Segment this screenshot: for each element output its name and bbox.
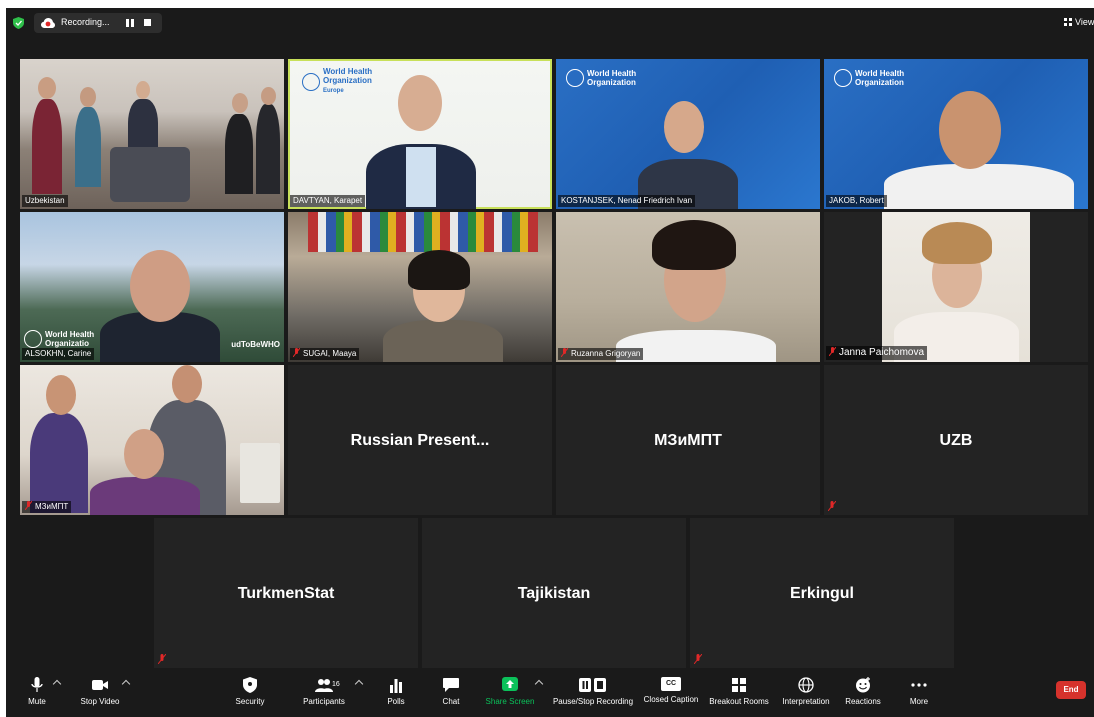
more-button[interactable]: More [904,677,934,706]
muted-mic-icon [158,654,166,664]
video-tile-erkingul[interactable]: Erkingul [690,518,954,668]
video-tile-mzimpt[interactable]: МЗиМПТ [556,365,820,515]
participant-name-tag: DAVTYAN, Karapet [290,195,366,207]
participant-name: UZB [939,432,973,449]
stop-recording-button[interactable] [144,19,151,26]
video-tile-turkmenstat[interactable]: TurkmenStat [154,518,418,668]
muted-mic-icon [561,348,568,357]
video-tile-mzimpt-video[interactable]: МЗиМПТ [20,365,284,515]
video-tile-russian-presenter[interactable]: Russian Present... [288,365,552,515]
shield-icon [243,677,257,693]
participant-name-tag: МЗиМПТ [22,501,72,513]
participants-button[interactable]: 16 Participants [298,677,350,706]
video-tile-paichomova[interactable]: Janna Paichomova [824,212,1088,362]
grid-view-icon [1064,18,1072,26]
recording-label: Recording... [61,17,110,27]
participant-name-tag: KOSTANJSEK, Nenad Friedrich Ivan [558,195,696,207]
top-bar: Recording... View [6,8,1094,38]
muted-mic-icon [829,347,836,356]
grid-icon [732,678,746,692]
microphone-icon [31,677,43,692]
smiley-icon [856,677,870,693]
participant-name: TurkmenStat [237,585,335,602]
end-meeting-button[interactable]: End [1056,681,1086,699]
who-logo: World Health Organization [834,69,904,87]
who-logo: World Health Organization Europe [302,67,372,96]
ellipsis-icon [911,683,927,687]
closed-caption-button[interactable]: CC Closed Caption [643,677,699,704]
share-options-caret[interactable] [534,679,544,689]
who-globe-icon [24,330,42,348]
pause-recording-button[interactable] [126,19,134,27]
security-button[interactable]: Security [232,677,268,706]
view-button[interactable]: View [1064,17,1094,29]
stop-video-button[interactable]: Stop Video [76,677,124,706]
cloud-record-icon [41,18,55,28]
participant-name: МЗиМПТ [654,432,722,449]
share-arrow-icon [502,677,518,691]
video-tile-jakob[interactable]: World Health Organization JAKOB, Robert [824,59,1088,209]
who-logo: World Health Organizatio [24,330,94,348]
muted-mic-icon [828,501,836,511]
mute-button[interactable]: Mute [22,677,52,706]
who-logo: World Health Organization [566,69,636,87]
participant-name: Tajikistan [517,585,591,602]
participant-name: Erkingul [789,585,854,602]
who-globe-icon [834,69,852,87]
participant-count: 16 [332,681,340,688]
breakout-rooms-button[interactable]: Breakout Rooms [708,677,770,706]
hashtag-overlay: udToBeWHO [231,340,280,349]
participant-name-tag: JAKOB, Robert [826,195,887,207]
video-tile-uzbekistan[interactable]: Uzbekistan [20,59,284,209]
muted-mic-icon [293,348,300,357]
cc-icon: CC [661,677,681,691]
view-label: View [1075,17,1094,27]
bar-chart-icon [390,679,402,693]
who-globe-icon [302,72,320,91]
participant-name-tag: SUGAI, Maaya [290,348,360,360]
who-globe-icon [566,69,584,87]
recording-indicator: Recording... [34,13,162,33]
encryption-shield-icon[interactable] [13,17,24,29]
meeting-toolbar: Mute Stop Video Security 16 Participants… [6,671,1094,717]
participant-name-tag: Ruzanna Grigoryan [558,348,644,360]
participants-options-caret[interactable] [354,679,364,689]
interpretation-button[interactable]: Interpretation [779,677,833,706]
zoom-meeting-window: Recording... View Uzbekistan World Healt… [6,8,1094,717]
pause-stop-icon [579,678,606,692]
polls-button[interactable]: Polls [382,677,410,706]
video-tile-tajikistan[interactable]: Tajikistan [422,518,686,668]
pause-stop-recording-button[interactable]: Pause/Stop Recording [551,677,635,706]
video-tile-davtyan[interactable]: World Health Organization Europe DAVTYAN, … [288,59,552,209]
video-tile-sugai[interactable]: SUGAI, Maaya [288,212,552,362]
chat-bubble-icon [443,678,459,692]
muted-mic-icon [25,501,32,510]
reactions-button[interactable]: Reactions [842,677,884,706]
video-camera-icon [92,680,108,690]
participant-name-tag: Uzbekistan [22,195,68,207]
participant-name-tag: ALSOKHN, Carine [22,348,95,360]
muted-mic-icon [694,654,702,664]
chat-button[interactable]: Chat [438,677,464,706]
video-tile-alsokhn[interactable]: World Health Organizatio udToBeWHO ALSOKH… [20,212,284,362]
participant-name: Russian Present... [350,432,490,449]
video-tile-uzb[interactable]: UZB [824,365,1088,515]
globe-icon [798,677,814,693]
video-tile-grigoryan[interactable]: Ruzanna Grigoryan [556,212,820,362]
share-screen-button[interactable]: Share Screen [484,677,536,706]
video-tile-kostanjsek[interactable]: World Health Organization KOSTANJSEK, Nen… [556,59,820,209]
participant-name-tag: Janna Paichomova [826,346,928,360]
audio-options-caret[interactable] [52,679,62,689]
people-icon [315,679,333,692]
